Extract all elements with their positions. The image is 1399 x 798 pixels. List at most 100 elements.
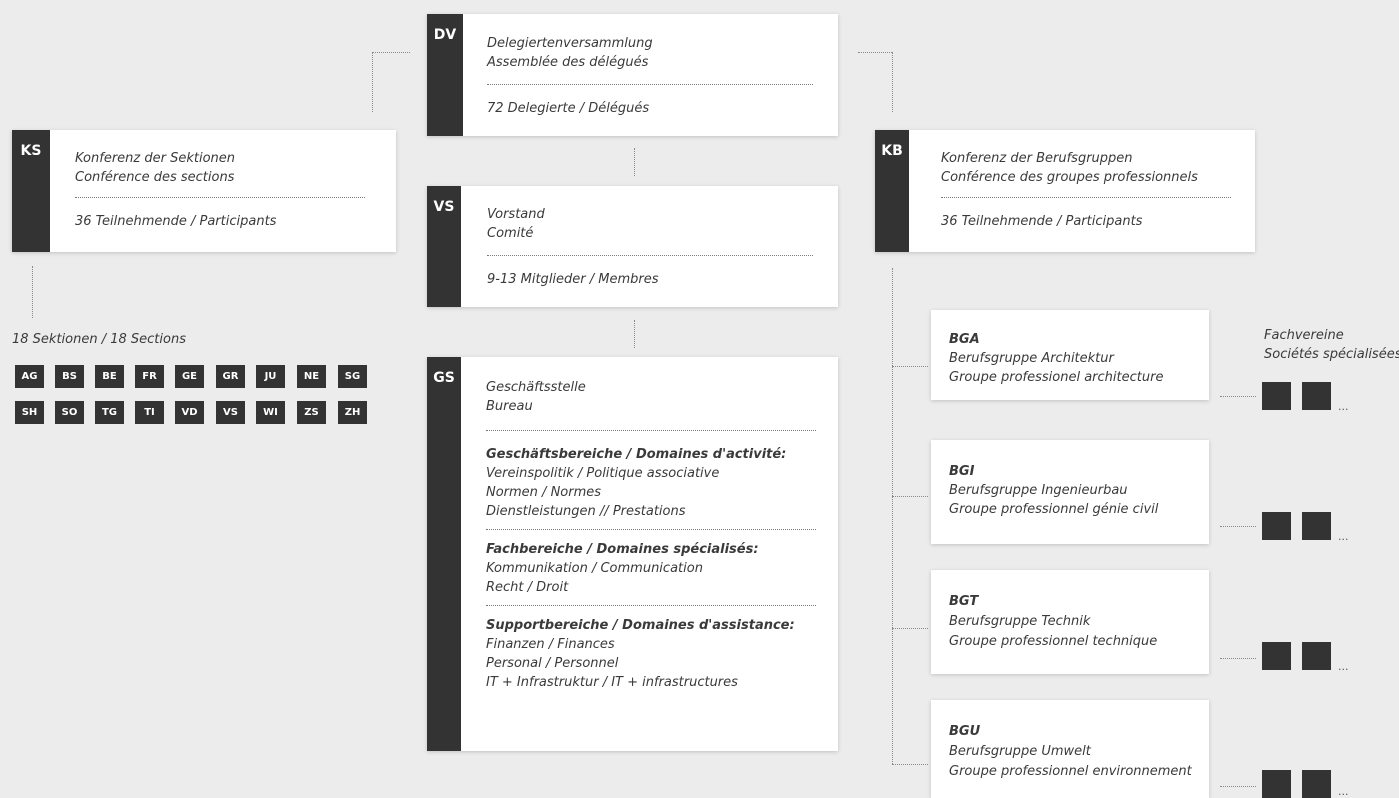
fachvereine-label: Fachvereine Sociétés spécialisées (1264, 326, 1399, 364)
connector-vs-gs (634, 320, 635, 348)
connector-dv-kb-v (892, 52, 893, 112)
gs-separator (486, 529, 816, 530)
fachverein-ellipsis: ... (1338, 530, 1349, 543)
bgi-title-de: Berufsgruppe Ingenieurbau (949, 483, 1128, 498)
fachverein-block (1302, 512, 1331, 540)
section-chip: BS (55, 365, 84, 388)
vs-count: 9-13 Mitglieder / Membres (487, 272, 659, 287)
vs-title-de: Vorstand (487, 207, 545, 222)
bgi-card: BGI Berufsgruppe Ingenieurbau Groupe pro… (931, 440, 1209, 544)
dv-separator (487, 84, 813, 85)
fachverein-block (1262, 770, 1291, 798)
gs-section-item: Personal / Personnel (486, 656, 619, 671)
section-chip: GR (216, 365, 245, 388)
vs-card: VS Vorstand Comité 9-13 Mitglieder / Mem… (427, 186, 838, 307)
fachverein-ellipsis: ... (1338, 400, 1349, 413)
connector-dv-ks-v (372, 52, 373, 112)
section-chip: NE (297, 365, 326, 388)
section-chip: VD (175, 401, 204, 424)
connector-dv-kb-h (858, 52, 892, 53)
connector-ks-sections (32, 266, 33, 318)
bgi-title-fr: Groupe professionnel génie civil (949, 502, 1159, 517)
fachvereine-label-fr: Sociétés spécialisées (1264, 347, 1399, 362)
fachverein-ellipsis: ... (1338, 785, 1349, 798)
ks-title-de: Konferenz der Sektionen (75, 151, 236, 166)
section-chip: ZS (297, 401, 326, 424)
dv-tag: DV (427, 14, 463, 136)
vs-separator (487, 255, 813, 256)
connector-kb-groups (892, 268, 893, 764)
gs-section-item: IT + Infrastruktur / IT + infrastructure… (486, 675, 738, 690)
connector-bgi-fv (1220, 526, 1256, 527)
bgi-code: BGI (949, 464, 975, 479)
fachverein-block (1302, 642, 1331, 670)
bga-code: BGA (949, 332, 980, 347)
gs-section-heading: Geschäftsbereiche / Domaines d'activité: (486, 447, 787, 462)
ks-title-fr: Conférence des sections (75, 170, 235, 185)
gs-section-heading: Fachbereiche / Domaines spécialisés: (486, 542, 759, 557)
gs-section-item: Vereinspolitik / Politique associative (486, 466, 720, 481)
fachverein-block (1302, 382, 1331, 410)
section-chip: WI (256, 401, 285, 424)
dv-card: DV Delegiertenversammlung Assemblée des … (427, 14, 838, 136)
section-chip: FR (135, 365, 164, 388)
bga-title-fr: Groupe professionel architecture (949, 370, 1164, 385)
section-chip: SO (55, 401, 84, 424)
bga-card: BGA Berufsgruppe Architektur Groupe prof… (931, 310, 1209, 400)
gs-title-fr: Bureau (486, 399, 533, 414)
bgt-code: BGT (949, 594, 979, 609)
gs-separator (486, 430, 816, 431)
vs-tag: VS (427, 186, 461, 307)
section-chip: SH (15, 401, 44, 424)
fachverein-ellipsis: ... (1338, 660, 1349, 673)
bga-title-de: Berufsgruppe Architektur (949, 351, 1114, 366)
gs-card: GS Geschäftsstelle Bureau Geschäftsberei… (427, 357, 838, 751)
section-chip: TG (95, 401, 124, 424)
dv-title-de: Delegiertenversammlung (487, 36, 653, 51)
bgu-title-de: Berufsgruppe Umwelt (949, 744, 1091, 759)
gs-separator (486, 605, 816, 606)
connector-bgt (892, 628, 928, 629)
fachverein-block (1262, 642, 1291, 670)
connector-bgt-fv (1220, 658, 1256, 659)
sections-label: 18 Sektionen / 18 Sections (12, 332, 186, 347)
gs-section-item: Finanzen / Finances (486, 637, 615, 652)
section-chip: ZH (338, 401, 367, 424)
fachverein-block (1302, 770, 1331, 798)
connector-bga-fv (1220, 396, 1256, 397)
section-chip: TI (135, 401, 164, 424)
ks-separator (75, 197, 365, 198)
section-chip: GE (175, 365, 204, 388)
fachverein-block (1262, 382, 1291, 410)
gs-section-item: Kommunikation / Communication (486, 561, 703, 576)
kb-card: KB Konferenz der Berufsgruppen Conférenc… (875, 130, 1255, 252)
vs-title-fr: Comité (487, 226, 534, 241)
kb-title-de: Konferenz der Berufsgruppen (941, 151, 1133, 166)
kb-count: 36 Teilnehmende / Participants (941, 214, 1143, 229)
connector-bgi (892, 496, 928, 497)
section-chip: SG (338, 365, 367, 388)
dv-title-fr: Assemblée des délégués (487, 55, 649, 70)
bgt-title-de: Berufsgruppe Technik (949, 614, 1091, 629)
gs-tag: GS (427, 357, 461, 751)
gs-section-heading: Supportbereiche / Domaines d'assistance: (486, 618, 795, 633)
bgu-code: BGU (949, 724, 981, 739)
connector-dv-vs (634, 148, 635, 176)
connector-bgu (892, 764, 928, 765)
kb-tag: KB (875, 130, 909, 252)
section-chip: AG (15, 365, 44, 388)
fachverein-block (1262, 512, 1291, 540)
ks-tag: KS (12, 130, 50, 252)
section-chip: VS (216, 401, 245, 424)
section-chip: JU (256, 365, 285, 388)
connector-dv-ks-h (372, 52, 410, 53)
dv-count: 72 Delegierte / Délégués (487, 101, 650, 116)
gs-section-item: Dienstleistungen // Prestations (486, 504, 686, 519)
fachvereine-label-de: Fachvereine (1264, 328, 1344, 343)
bgu-card: BGU Berufsgruppe Umwelt Groupe professio… (931, 700, 1209, 798)
ks-count: 36 Teilnehmende / Participants (75, 214, 277, 229)
connector-bga (892, 366, 928, 367)
gs-title-de: Geschäftsstelle (486, 380, 586, 395)
kb-separator (941, 197, 1231, 198)
bgt-title-fr: Groupe professionnel technique (949, 634, 1158, 649)
